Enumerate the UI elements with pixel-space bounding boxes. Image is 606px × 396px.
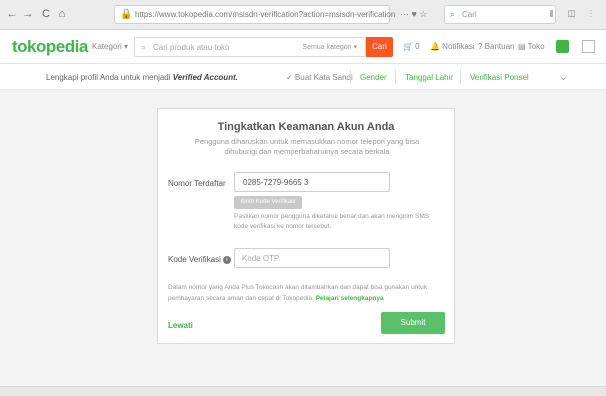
divider <box>395 70 396 84</box>
tanggal-lahir-step[interactable]: Tanggal Lahir <box>405 73 453 82</box>
verifikasi-ponsel-step[interactable]: Verifikasi Ponsel <box>470 73 529 82</box>
info-icon[interactable]: i <box>222 255 231 264</box>
search-button[interactable]: Cari <box>366 37 393 57</box>
browser-search-box[interactable]: ⌕ Cari <box>444 5 556 24</box>
otp-field[interactable] <box>234 248 390 268</box>
search-icon: ⌕ <box>141 42 147 52</box>
search-category-select[interactable]: Semua kategori ▾ <box>303 43 358 51</box>
phone-number-field[interactable]: 0285-7279-9665 3 <box>234 172 390 192</box>
footer-strip <box>0 386 606 396</box>
apps-grid-icon[interactable] <box>582 40 595 53</box>
url-text: https://www.tokopedia.com/msisdn-verific… <box>135 10 396 19</box>
home-icon[interactable]: ⌂ <box>56 8 68 20</box>
site-header: tokopedia Kategori ▾ ⌕ Cari produk atau … <box>0 30 606 64</box>
bantuan-link[interactable]: ? Bantuan <box>478 42 514 51</box>
page-actions-icons[interactable]: ··· ♥ ☆ <box>400 9 427 20</box>
divider <box>350 70 351 84</box>
verified-account-text: Verified Account. <box>172 73 238 82</box>
address-bar[interactable]: 🔒 https://www.tokopedia.com/msisdn-verif… <box>114 5 395 24</box>
buat-kata-sandi-step[interactable]: ✓ Buat Kata Sandi <box>286 73 353 82</box>
avatar[interactable] <box>556 40 569 53</box>
otp-input[interactable] <box>235 249 389 267</box>
cart-icon[interactable]: 🛒 0 <box>403 42 420 51</box>
chevron-down-icon[interactable]: ⌄ <box>559 70 568 83</box>
divider <box>460 70 461 84</box>
nomor-terdaftar-label: Nomor Terdaftar <box>168 179 226 188</box>
search-placeholder: Cari produk atau toko <box>153 43 230 52</box>
send-verification-button[interactable]: Kirim Kode Verifikasi (SMS) <box>234 196 302 218</box>
lewati-link[interactable]: Lewati <box>168 321 193 330</box>
card-title: Tingkatkan Keamanan Akun Anda <box>217 121 395 133</box>
profile-completion-text: Lengkapi profil Anda untuk menjadi Verif… <box>46 73 238 82</box>
search-icon: ⌕ <box>450 9 456 19</box>
learn-more-link[interactable]: Pelajari selengkapnya <box>316 295 384 302</box>
gender-step[interactable]: Gender <box>360 73 387 82</box>
reload-icon[interactable]: C <box>40 8 52 20</box>
browser-toolbar: ← → C ⌂ 🔒 https://www.tokopedia.com/msis… <box>0 0 606 30</box>
tokocash-note: Dalam nomor yang Anda Plus Tokocash akan… <box>168 284 427 302</box>
forward-arrow-icon[interactable]: → <box>22 8 34 20</box>
browser-menu-icons[interactable]: ⫴ ◫ ⋮ <box>550 9 598 20</box>
notifikasi-link[interactable]: 🔔 Notifikasi <box>430 42 475 51</box>
phone-hint: Pastikan nomor pengguna diketahui benar … <box>234 213 430 230</box>
submit-button[interactable]: Submit <box>381 312 445 334</box>
verification-card: Tingkatkan Keamanan Akun Anda Pengguna d… <box>157 108 455 344</box>
kategori-menu[interactable]: Kategori ▾ <box>92 42 128 51</box>
browser-search-placeholder: Cari <box>462 10 477 19</box>
toko-link[interactable]: ▤ Toko <box>518 42 545 51</box>
tokopedia-logo[interactable]: tokopedia <box>12 37 88 57</box>
product-search-input[interactable]: ⌕ Cari produk atau toko Semua kategori ▾ <box>134 37 366 57</box>
phone-number-value: 0285-7279-9665 3 <box>243 178 309 187</box>
card-description: Pengguna diharuskan untuk memasukkan nom… <box>194 137 420 156</box>
lock-icon: 🔒 <box>120 9 133 20</box>
profile-completion-bar: Lengkapi profil Anda untuk menjadi Verif… <box>0 64 606 90</box>
back-arrow-icon[interactable]: ← <box>6 8 18 20</box>
kode-verifikasi-label: Kode Verifikasi i <box>168 255 231 264</box>
